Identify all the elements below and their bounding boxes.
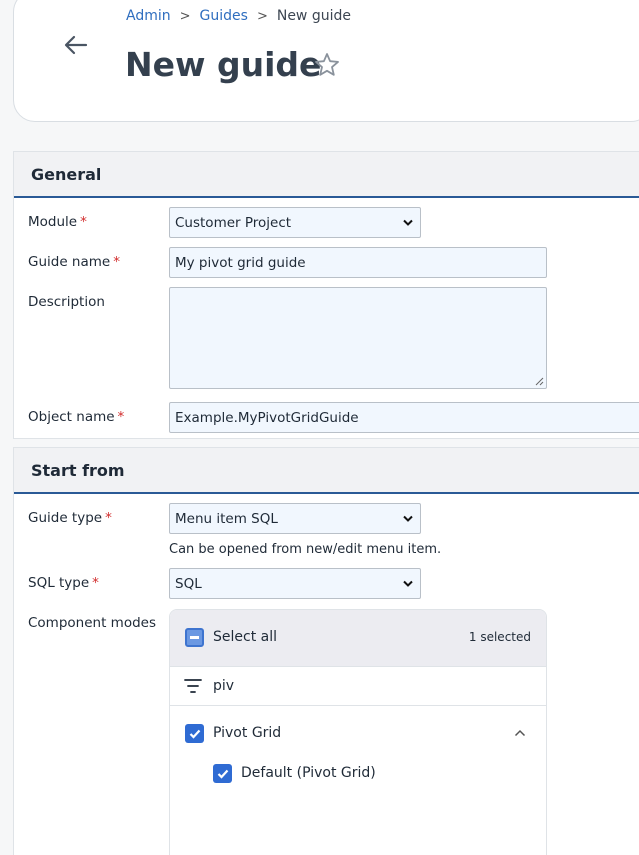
check-icon: [217, 769, 228, 779]
default-pivot-grid-checkbox[interactable]: [213, 764, 232, 783]
filter-input[interactable]: piv: [213, 678, 234, 694]
breadcrumb-separator: >: [256, 8, 268, 24]
breadcrumb-current: New guide: [276, 8, 351, 24]
filter-row[interactable]: piv: [170, 666, 546, 706]
sql-type-select[interactable]: SQL: [169, 568, 421, 599]
start-from-section: Start from Guide type * Menu item SQL Can…: [13, 447, 639, 855]
star-icon: [315, 53, 339, 76]
general-section: General Module * Customer Project Guide n…: [13, 151, 639, 439]
tree-item-pivot-grid: Pivot Grid: [213, 725, 282, 741]
chevron-down-icon: [403, 580, 413, 587]
sql-type-label: SQL type *: [28, 575, 99, 591]
object-name-label: Object name *: [28, 409, 125, 425]
page-title: New guide: [125, 45, 322, 84]
object-name-input[interactable]: Example.MyPivotGridGuide: [169, 402, 639, 433]
chevron-down-icon: [403, 515, 413, 522]
module-label: Module *: [28, 214, 87, 230]
check-icon: [189, 729, 200, 739]
breadcrumb: Admin > Guides > New guide: [126, 8, 351, 24]
chevron-up-icon[interactable]: [514, 729, 526, 737]
favorite-button[interactable]: [313, 51, 341, 79]
module-select[interactable]: Customer Project: [169, 207, 421, 238]
guide-type-select[interactable]: Menu item SQL: [169, 503, 421, 534]
selected-count: 1 selected: [468, 630, 531, 644]
description-label: Description: [28, 294, 105, 310]
component-modes-label: Component modes: [28, 615, 156, 631]
filter-icon: [184, 679, 202, 693]
select-all-checkbox[interactable]: [185, 628, 204, 647]
description-textarea[interactable]: [169, 287, 547, 389]
section-heading: General: [14, 152, 639, 198]
resize-handle-icon[interactable]: [535, 377, 544, 386]
select-all-row: Select all 1 selected: [170, 610, 546, 666]
required-marker: *: [105, 510, 112, 526]
page-header: Admin > Guides > New guide New guide: [13, 0, 639, 122]
back-arrow-icon: [64, 35, 88, 55]
required-marker: *: [113, 254, 120, 270]
guide-name-label: Guide name *: [28, 254, 120, 270]
select-all-label: Select all: [213, 629, 277, 645]
chevron-down-icon: [403, 219, 413, 226]
guide-type-helper: Can be opened from new/edit menu item.: [169, 542, 442, 557]
component-modes-list: Select all 1 selected piv Pivot Grid Def…: [169, 609, 547, 855]
breadcrumb-separator: >: [179, 8, 191, 24]
back-button[interactable]: [62, 33, 90, 57]
breadcrumb-item-admin[interactable]: Admin: [126, 8, 171, 24]
minus-icon: [190, 636, 199, 639]
guide-type-label: Guide type *: [28, 510, 112, 526]
pivot-grid-checkbox[interactable]: [185, 724, 204, 743]
breadcrumb-item-guides[interactable]: Guides: [200, 8, 248, 24]
required-marker: *: [80, 214, 87, 230]
required-marker: *: [117, 409, 125, 425]
required-marker: *: [92, 575, 99, 591]
tree-item-default-pivot-grid: Default (Pivot Grid): [241, 765, 376, 781]
section-heading: Start from: [14, 448, 639, 494]
guide-name-input[interactable]: My pivot grid guide: [169, 247, 547, 278]
